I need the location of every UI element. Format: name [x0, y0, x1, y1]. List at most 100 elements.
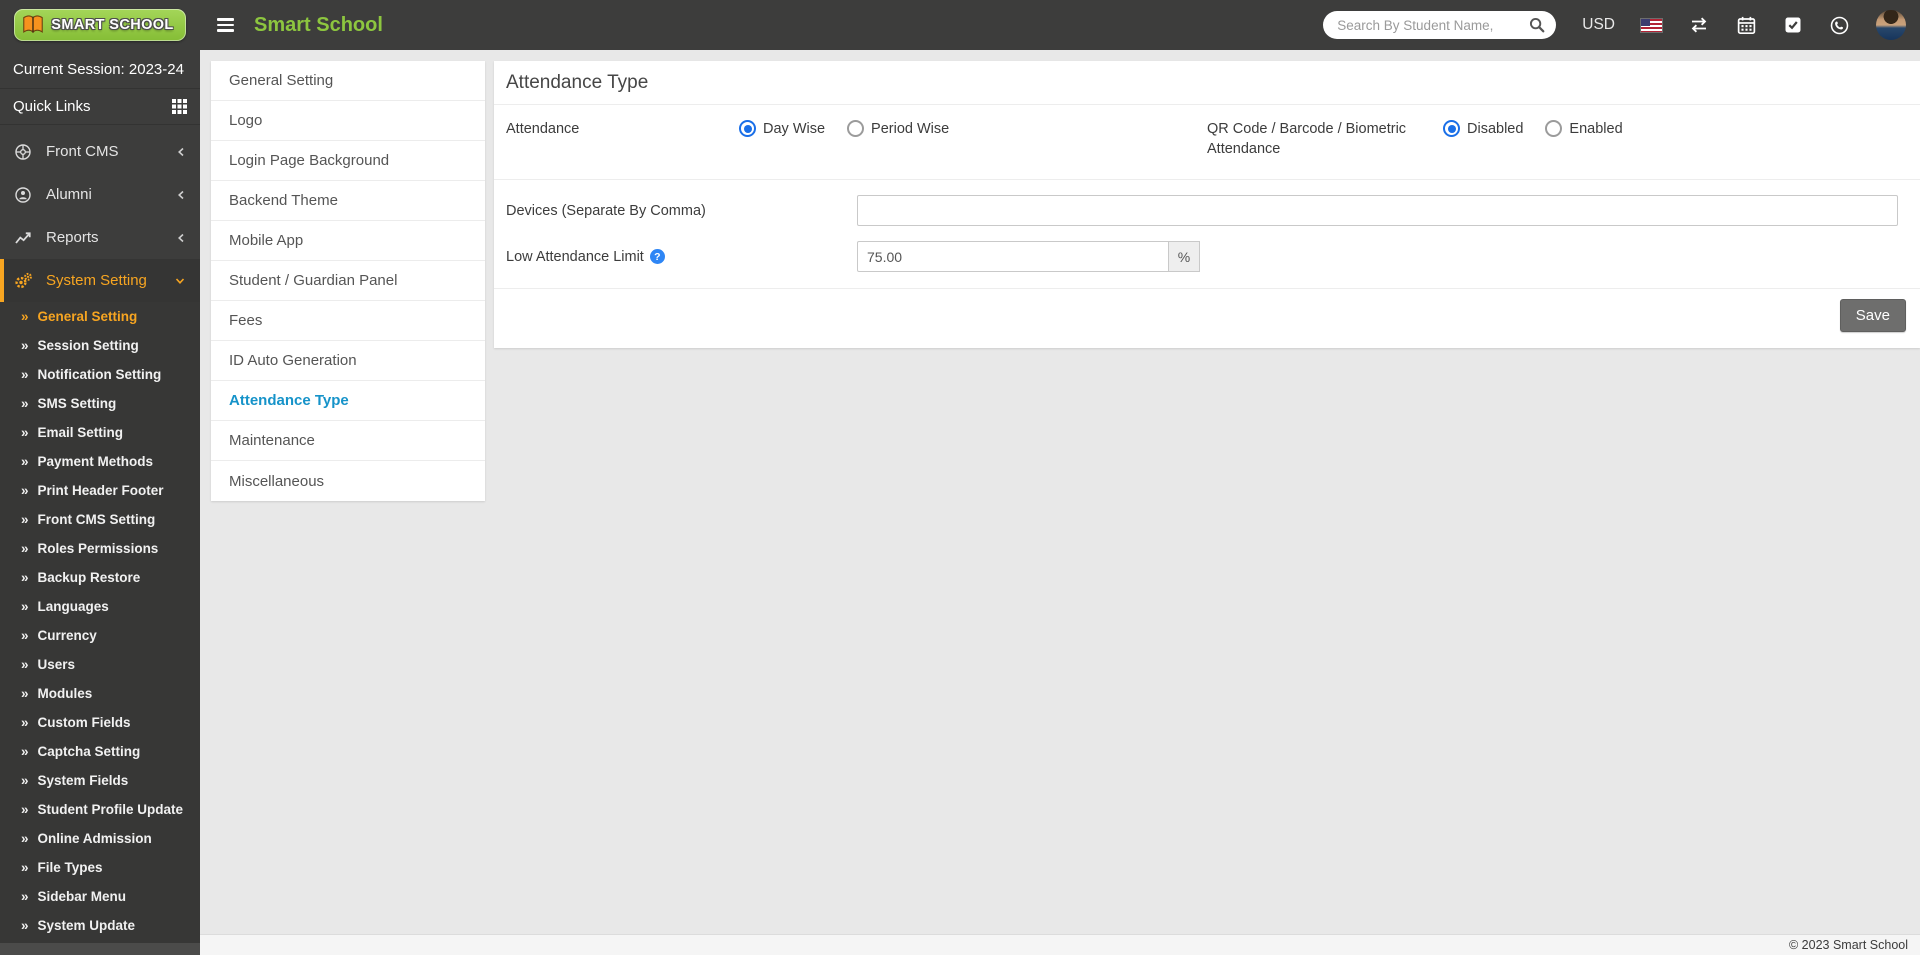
- qr-biometric-field: QR Code / Barcode / Biometric Attendance…: [1207, 119, 1908, 159]
- hamburger-menu-icon[interactable]: [213, 14, 238, 36]
- sidebar-item-alumni[interactable]: Alumni: [0, 173, 200, 216]
- settings-menu-item[interactable]: Maintenance: [211, 421, 485, 461]
- sidebar-submenu-item[interactable]: » Sidebar Menu: [0, 882, 200, 911]
- quick-links-label: Quick Links: [13, 98, 91, 115]
- sidebar-submenu-item[interactable]: » Roles Permissions: [0, 534, 200, 563]
- sidebar-submenu-item[interactable]: » System Fields: [0, 766, 200, 795]
- sidebar-submenu-item[interactable]: » Front CMS Setting: [0, 505, 200, 534]
- footer: © 2023 Smart School: [200, 934, 1920, 955]
- sidebar-submenu-item[interactable]: » Online Admission: [0, 824, 200, 853]
- sidebar-item-system-setting[interactable]: System Setting: [0, 259, 200, 302]
- top-header: SMART SCHOOL Smart School USD: [0, 0, 1920, 50]
- sidebar-submenu-item[interactable]: » Users: [0, 650, 200, 679]
- low-attendance-input[interactable]: [857, 241, 1169, 272]
- sidebar-scroll-strip: [0, 943, 200, 955]
- settings-menu-item[interactable]: Miscellaneous: [211, 461, 485, 501]
- double-chevron-icon: »: [21, 803, 29, 817]
- disabled-option[interactable]: Disabled: [1443, 120, 1523, 137]
- attendance-type-panel: Attendance Type Attendance Day Wise Peri…: [494, 61, 1920, 348]
- settings-menu-item[interactable]: Backend Theme: [211, 181, 485, 221]
- settings-menu-item[interactable]: Login Page Background: [211, 141, 485, 181]
- sidebar-submenu-item[interactable]: » Student Profile Update: [0, 795, 200, 824]
- sidebar-submenu-item[interactable]: » Backup Restore: [0, 563, 200, 592]
- save-button[interactable]: Save: [1840, 299, 1906, 332]
- double-chevron-icon: »: [21, 397, 29, 411]
- enabled-option[interactable]: Enabled: [1545, 120, 1622, 137]
- sidebar-submenu-item[interactable]: » Captcha Setting: [0, 737, 200, 766]
- sidebar-item-front-cms[interactable]: Front CMS: [0, 130, 200, 173]
- sidebar-submenu-item[interactable]: » System Update: [0, 911, 200, 940]
- sidebar-submenu-label: Captcha Setting: [38, 744, 141, 759]
- period-wise-option[interactable]: Period Wise: [847, 120, 949, 137]
- day-wise-radio[interactable]: [739, 120, 756, 137]
- sidebar-submenu-item[interactable]: » SMS Setting: [0, 389, 200, 418]
- enabled-radio[interactable]: [1545, 120, 1562, 137]
- sidebar-submenu-item[interactable]: » Session Setting: [0, 331, 200, 360]
- sidebar-item-reports[interactable]: Reports: [0, 216, 200, 259]
- search-icon[interactable]: [1528, 16, 1546, 34]
- page-title: Attendance Type: [494, 61, 1920, 105]
- sidebar-submenu-item[interactable]: » General Setting: [0, 302, 200, 331]
- sidebar-submenu-item[interactable]: » Languages: [0, 592, 200, 621]
- search-input[interactable]: [1323, 11, 1556, 39]
- double-chevron-icon: »: [21, 745, 29, 759]
- sidebar-submenu-item[interactable]: » Print Header Footer: [0, 476, 200, 505]
- sidebar-submenu-item[interactable]: » File Types: [0, 853, 200, 882]
- currency-label[interactable]: USD: [1582, 16, 1615, 34]
- settings-menu-item[interactable]: Fees: [211, 301, 485, 341]
- settings-menu-item[interactable]: Logo: [211, 101, 485, 141]
- chevron-left-icon: [176, 189, 186, 201]
- sidebar-submenu-item[interactable]: » Currency: [0, 621, 200, 650]
- quick-links[interactable]: Quick Links: [0, 89, 200, 125]
- settings-menu-item[interactable]: Attendance Type: [211, 381, 485, 421]
- sidebar-submenu-label: Session Setting: [38, 338, 139, 353]
- sidebar-item-label: Front CMS: [46, 143, 119, 160]
- current-session-label: Current Session: 2023-24: [0, 50, 200, 89]
- user-avatar[interactable]: [1876, 10, 1906, 40]
- day-wise-label: Day Wise: [763, 121, 825, 137]
- double-chevron-icon: »: [21, 484, 29, 498]
- attendance-settings-row: Attendance Day Wise Period Wise QR Code …: [494, 105, 1920, 180]
- sidebar-submenu-item[interactable]: » Payment Methods: [0, 447, 200, 476]
- system-setting-submenu: » General Setting » Session Setting » No…: [0, 302, 200, 943]
- period-wise-radio[interactable]: [847, 120, 864, 137]
- logo-pill: SMART SCHOOL: [14, 9, 185, 41]
- help-question-icon[interactable]: ?: [650, 249, 665, 264]
- day-wise-option[interactable]: Day Wise: [739, 120, 825, 137]
- sidebar-submenu-label: Roles Permissions: [38, 541, 159, 556]
- sidebar-submenu-label: Languages: [38, 599, 109, 614]
- calendar-icon[interactable]: [1736, 15, 1757, 36]
- app-logo[interactable]: SMART SCHOOL: [0, 0, 200, 50]
- disabled-radio[interactable]: [1443, 120, 1460, 137]
- period-wise-label: Period Wise: [871, 121, 949, 137]
- sidebar-submenu-item[interactable]: » Custom Fields: [0, 708, 200, 737]
- language-flag-icon[interactable]: [1641, 19, 1662, 32]
- grid-icon[interactable]: [172, 99, 187, 114]
- double-chevron-icon: »: [21, 455, 29, 469]
- sidebar-submenu-label: System Update: [38, 918, 136, 933]
- alumni-icon: [14, 186, 33, 204]
- qr-biometric-label: QR Code / Barcode / Biometric Attendance: [1207, 119, 1443, 159]
- double-chevron-icon: »: [21, 339, 29, 353]
- chevron-left-icon: [176, 146, 186, 158]
- sidebar-submenu-label: Modules: [38, 686, 93, 701]
- whatsapp-icon[interactable]: [1829, 15, 1850, 36]
- sidebar-submenu-item[interactable]: » Modules: [0, 679, 200, 708]
- devices-input[interactable]: [857, 195, 1898, 226]
- sidebar-item-label: System Setting: [46, 272, 147, 289]
- devices-field: Devices (Separate By Comma): [506, 195, 1908, 226]
- gears-icon: [14, 272, 33, 290]
- settings-menu-item[interactable]: General Setting: [211, 61, 485, 101]
- settings-menu-item[interactable]: Mobile App: [211, 221, 485, 261]
- sidebar-submenu-item[interactable]: » Email Setting: [0, 418, 200, 447]
- task-check-icon[interactable]: [1783, 15, 1803, 35]
- settings-menu-item[interactable]: ID Auto Generation: [211, 341, 485, 381]
- chevron-down-icon: [174, 276, 186, 286]
- swap-arrows-icon[interactable]: [1688, 15, 1710, 35]
- sidebar-submenu-item[interactable]: » Notification Setting: [0, 360, 200, 389]
- double-chevron-icon: »: [21, 774, 29, 788]
- sidebar-submenu-label: Email Setting: [38, 425, 124, 440]
- double-chevron-icon: »: [21, 542, 29, 556]
- sidebar-submenu-label: Online Admission: [38, 831, 152, 846]
- settings-menu-item[interactable]: Student / Guardian Panel: [211, 261, 485, 301]
